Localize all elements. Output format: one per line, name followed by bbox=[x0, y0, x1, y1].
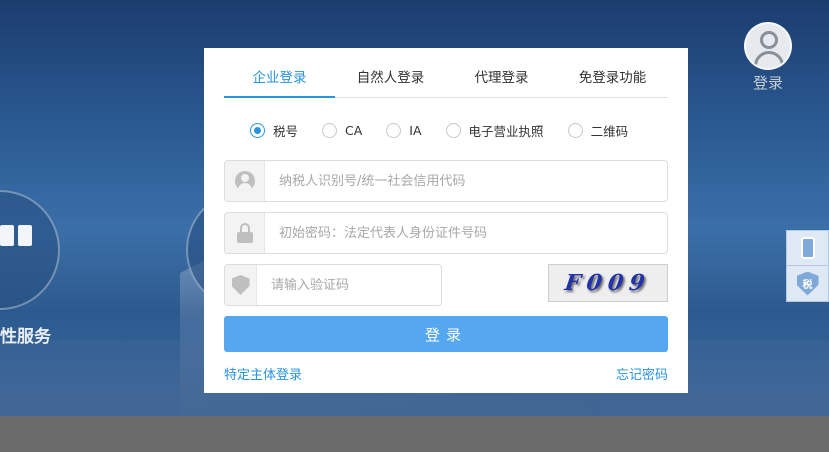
lock-icon bbox=[236, 223, 253, 243]
tab-agent-login[interactable]: 代理登录 bbox=[446, 62, 557, 97]
radio-label: 税号 bbox=[273, 123, 299, 139]
captcha-field bbox=[224, 264, 442, 306]
header-login[interactable]: 登录 bbox=[740, 22, 796, 93]
phone-icon bbox=[800, 237, 815, 259]
captcha-text: F009 bbox=[563, 270, 653, 296]
tab-enterprise-login[interactable]: 企业登录 bbox=[224, 62, 335, 98]
user-icon bbox=[234, 171, 255, 191]
header-login-label[interactable]: 登录 bbox=[740, 72, 796, 93]
login-submit-button[interactable]: 登录 bbox=[224, 316, 668, 352]
radio-e-license[interactable]: 电子营业执照 bbox=[445, 121, 544, 140]
login-type-group: 税号 CA IA 电子营业执照 二维码 bbox=[250, 118, 652, 142]
radio-label: IA bbox=[409, 122, 422, 138]
radio-dot[interactable] bbox=[250, 122, 265, 138]
shield-tax-icon: 税 bbox=[796, 271, 819, 296]
taxpayer-id-field bbox=[224, 160, 668, 202]
radio-label: CA bbox=[345, 122, 363, 138]
radio-dot[interactable] bbox=[445, 122, 461, 138]
radio-label: 电子营业执照 bbox=[468, 123, 544, 139]
radio-qr-code[interactable]: 二维码 bbox=[567, 121, 629, 140]
special-entity-login-link[interactable]: 特定主体登录 bbox=[224, 364, 302, 383]
mobile-app-button[interactable] bbox=[786, 230, 829, 266]
login-panel: 企业登录 自然人登录 代理登录 免登录功能 税号 CA IA 电子营业执照 二维… bbox=[204, 48, 688, 393]
tax-shield-button[interactable]: 税 bbox=[786, 266, 829, 302]
radio-dot[interactable] bbox=[386, 122, 402, 138]
radio-tax-id[interactable]: 税号 bbox=[250, 121, 298, 140]
tab-no-login-functions[interactable]: 免登录功能 bbox=[557, 62, 668, 97]
footer-strip bbox=[0, 416, 829, 452]
radio-label: 二维码 bbox=[590, 123, 629, 139]
icon-box bbox=[225, 161, 265, 201]
radio-ca[interactable]: CA bbox=[322, 122, 363, 138]
radio-dot[interactable] bbox=[567, 122, 583, 138]
icon-box bbox=[225, 265, 257, 305]
password-input[interactable] bbox=[265, 214, 667, 252]
side-toolbar: 税 bbox=[786, 230, 829, 302]
radio-dot[interactable] bbox=[322, 122, 338, 138]
service-label[interactable]: 性服务 bbox=[0, 322, 51, 347]
radio-ia[interactable]: IA bbox=[386, 122, 422, 138]
password-field bbox=[224, 212, 668, 254]
icon-box bbox=[225, 213, 265, 253]
login-tabs: 企业登录 自然人登录 代理登录 免登录功能 bbox=[224, 62, 668, 98]
taxpayer-id-input[interactable] bbox=[265, 162, 667, 200]
shield-check-icon bbox=[231, 275, 250, 295]
captcha-input[interactable] bbox=[257, 266, 441, 304]
forgot-password-link[interactable]: 忘记密码 bbox=[616, 364, 668, 383]
user-avatar-icon[interactable] bbox=[744, 22, 792, 70]
grid-apps-icon bbox=[0, 225, 32, 271]
captcha-image[interactable]: F009 bbox=[548, 264, 668, 302]
tab-individual-login[interactable]: 自然人登录 bbox=[335, 62, 446, 97]
